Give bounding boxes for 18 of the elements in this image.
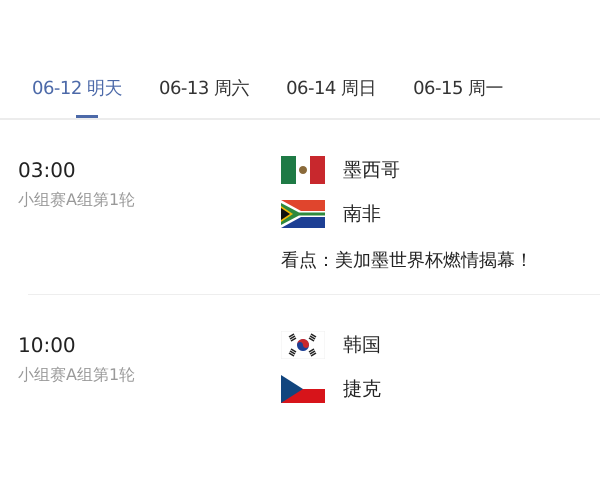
team-name: 南非 [343,202,381,227]
flag-icon [281,156,325,184]
highlight-text: 美加墨世界杯燃情揭幕！ [335,249,533,272]
date-tab[interactable]: 06-14 周日 [286,72,376,118]
match-stage: 小组赛A组第1轮 [18,365,136,386]
team-name: 韩国 [343,333,381,358]
team-name: 墨西哥 [343,158,400,183]
match-time: 03:00 [18,158,77,182]
date-tab[interactable]: 06-13 周六 [159,72,250,118]
date-tab[interactable]: 06-12 明天 [32,72,122,118]
flag-icon [281,200,325,228]
team-name: 捷克 [343,377,381,402]
flag-icon [281,375,325,403]
flag-icon [281,331,325,359]
match-time: 10:00 [18,333,77,357]
match-stage: 小组赛A组第1轮 [18,190,136,211]
date-tab[interactable]: 06-15 周一 [413,72,504,118]
highlight-label: 看点： [281,249,335,272]
